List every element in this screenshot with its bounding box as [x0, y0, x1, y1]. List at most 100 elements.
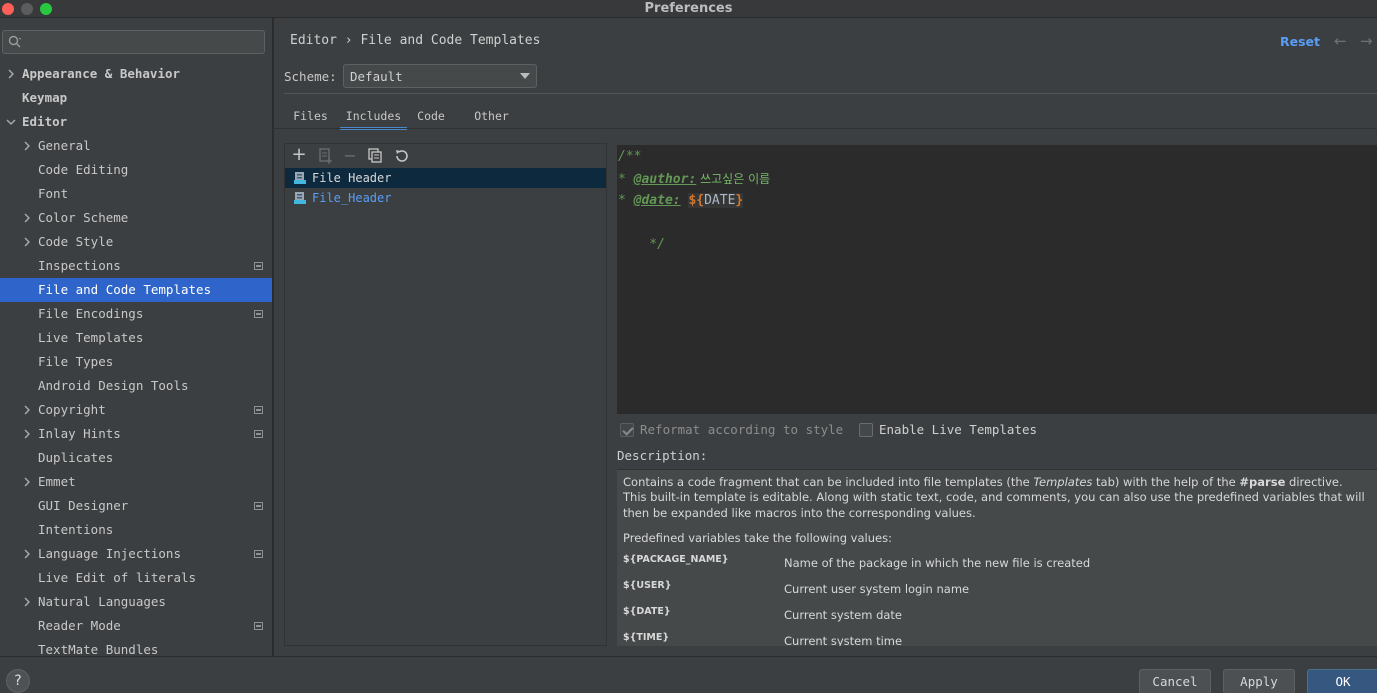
- template-file-icon: [294, 192, 306, 204]
- chevron-right-icon[interactable]: [22, 429, 32, 439]
- scheme-label: Scheme:: [284, 69, 337, 84]
- settings-sidebar: Appearance & Behavior Keymap Editor General…: [0, 18, 273, 656]
- add-icon[interactable]: +: [290, 146, 308, 165]
- enable-live-templates-checkbox[interactable]: [859, 423, 873, 437]
- code-line-1: /**: [618, 149, 642, 164]
- sidebar-item-live-edit-of-literals[interactable]: Live Edit of literals: [0, 566, 272, 590]
- sidebar-item-general[interactable]: General: [0, 134, 272, 158]
- description-panel: Contains a code fragment that can be inc…: [617, 469, 1377, 646]
- tab-code[interactable]: Code: [411, 102, 451, 130]
- sidebar-item-label: Inlay Hints: [38, 426, 121, 441]
- sidebar-item-gui-designer[interactable]: GUI Designer: [0, 494, 272, 518]
- chevron-down-icon[interactable]: [6, 117, 16, 127]
- template-code-editor[interactable]: /** * @author: 쓰고싶은 이름 * @date: ${DATE} …: [617, 145, 1377, 414]
- scheme-select[interactable]: Default: [343, 64, 537, 88]
- sidebar-item-live-templates[interactable]: Live Templates: [0, 326, 272, 350]
- sidebar-item-font[interactable]: Font: [0, 182, 272, 206]
- forward-arrow-icon[interactable]: →: [1360, 32, 1373, 50]
- reformat-checkbox: [620, 423, 634, 437]
- sidebar-item-appearance-behavior[interactable]: Appearance & Behavior: [0, 62, 272, 86]
- description-label: Description:: [617, 448, 708, 463]
- sidebar-item-label: File and Code Templates: [38, 282, 212, 297]
- divider: [284, 93, 1377, 94]
- chevron-right-icon[interactable]: [22, 549, 32, 559]
- sidebar-item-android-design-tools[interactable]: Android Design Tools: [0, 374, 272, 398]
- enable-live-templates-label[interactable]: Enable Live Templates: [879, 422, 1037, 437]
- sidebar-item-label: Emmet: [38, 474, 76, 489]
- copy-template-icon[interactable]: [316, 147, 334, 165]
- template-file-icon: [294, 172, 306, 184]
- chevron-right-icon[interactable]: [22, 405, 32, 415]
- sidebar-item-file-encodings[interactable]: File Encodings: [0, 302, 272, 326]
- sidebar-item-file-types[interactable]: File Types: [0, 350, 272, 374]
- sidebar-item-inlay-hints[interactable]: Inlay Hints: [0, 422, 272, 446]
- sidebar-item-emmet[interactable]: Emmet: [0, 470, 272, 494]
- help-button[interactable]: ?: [6, 669, 30, 693]
- sidebar-item-reader-mode[interactable]: Reader Mode: [0, 614, 272, 638]
- tab-other[interactable]: Other: [464, 102, 519, 130]
- desc-italic: Templates: [1033, 475, 1093, 489]
- apply-button[interactable]: Apply: [1223, 669, 1295, 693]
- chevron-right-icon[interactable]: [22, 237, 32, 247]
- ok-button[interactable]: OK: [1307, 669, 1377, 693]
- project-level-icon: [254, 622, 263, 630]
- template-item-label: File Header: [312, 171, 392, 185]
- template-item-file-header[interactable]: File Header: [285, 168, 606, 188]
- duplicate-icon[interactable]: [366, 147, 384, 165]
- sidebar-item-code-style[interactable]: Code Style: [0, 230, 272, 254]
- chevron-right-icon[interactable]: [22, 141, 32, 151]
- variable-name: ${USER}: [623, 580, 672, 591]
- cancel-button[interactable]: Cancel: [1139, 669, 1211, 693]
- list-toolbar: + −: [285, 144, 606, 168]
- sidebar-item-intentions[interactable]: Intentions: [0, 518, 272, 542]
- project-level-icon: [254, 310, 263, 318]
- variable-description: Name of the package in which the new fil…: [784, 556, 1091, 570]
- remove-icon[interactable]: −: [341, 147, 359, 165]
- tab-includes[interactable]: Includes: [340, 102, 407, 130]
- back-arrow-icon[interactable]: ←: [1334, 32, 1347, 50]
- sidebar-item-label: Copyright: [38, 402, 106, 417]
- sidebar-item-label: Editor: [22, 114, 68, 129]
- sidebar-item-keymap[interactable]: Keymap: [0, 86, 272, 110]
- sidebar-item-natural-languages[interactable]: Natural Languages: [0, 590, 272, 614]
- chevron-right-icon[interactable]: [6, 69, 16, 79]
- dialog-footer: ? Cancel Apply OK: [0, 656, 1377, 693]
- reset-link[interactable]: Reset: [1280, 34, 1320, 49]
- sidebar-item-file-and-code-templates[interactable]: File and Code Templates: [0, 278, 272, 302]
- variable-description: Current user system login name: [784, 582, 970, 596]
- sidebar-item-label: File Types: [38, 354, 114, 369]
- sidebar-item-label: Android Design Tools: [38, 378, 189, 393]
- reformat-label: Reformat according to style: [640, 422, 844, 437]
- sidebar-item-editor[interactable]: Editor: [0, 110, 272, 134]
- main-panel: Editor › File and Code Templates Reset ←…: [274, 18, 1377, 656]
- sidebar-item-textmate-bundles[interactable]: TextMate Bundles: [0, 638, 272, 656]
- comment-star: *: [618, 172, 634, 187]
- template-item-file-header-custom[interactable]: File_Header: [285, 188, 606, 208]
- variable-description: Current system time: [784, 634, 903, 646]
- reset-to-default-icon[interactable]: [393, 147, 411, 165]
- sidebar-item-label: GUI Designer: [38, 498, 129, 513]
- search-box[interactable]: [2, 30, 265, 54]
- sidebar-item-inspections[interactable]: Inspections: [0, 254, 272, 278]
- project-level-icon: [254, 262, 263, 270]
- chevron-down-icon: [520, 73, 530, 79]
- variable-name: ${DATE}: [623, 606, 671, 617]
- search-input[interactable]: [27, 34, 257, 50]
- chevron-right-icon[interactable]: [22, 213, 32, 223]
- sidebar-item-label: Intentions: [38, 522, 114, 537]
- sidebar-item-language-injections[interactable]: Language Injections: [0, 542, 272, 566]
- sidebar-item-label: Keymap: [22, 90, 68, 105]
- sidebar-item-duplicates[interactable]: Duplicates: [0, 446, 272, 470]
- sidebar-item-code-editing[interactable]: Code Editing: [0, 158, 272, 182]
- tab-files[interactable]: Files: [284, 102, 337, 130]
- comment-text: 쓰고싶은 이름: [696, 172, 771, 186]
- javadoc-tag: @author:: [633, 172, 697, 187]
- breadcrumb: Editor › File and Code Templates: [290, 33, 541, 48]
- sidebar-item-color-scheme[interactable]: Color Scheme: [0, 206, 272, 230]
- chevron-right-icon[interactable]: [22, 477, 32, 487]
- sidebar-item-label: Code Editing: [38, 162, 129, 177]
- variable-open: ${: [688, 193, 705, 208]
- window-title: Preferences: [644, 1, 733, 16]
- chevron-right-icon[interactable]: [22, 597, 32, 607]
- sidebar-item-copyright[interactable]: Copyright: [0, 398, 272, 422]
